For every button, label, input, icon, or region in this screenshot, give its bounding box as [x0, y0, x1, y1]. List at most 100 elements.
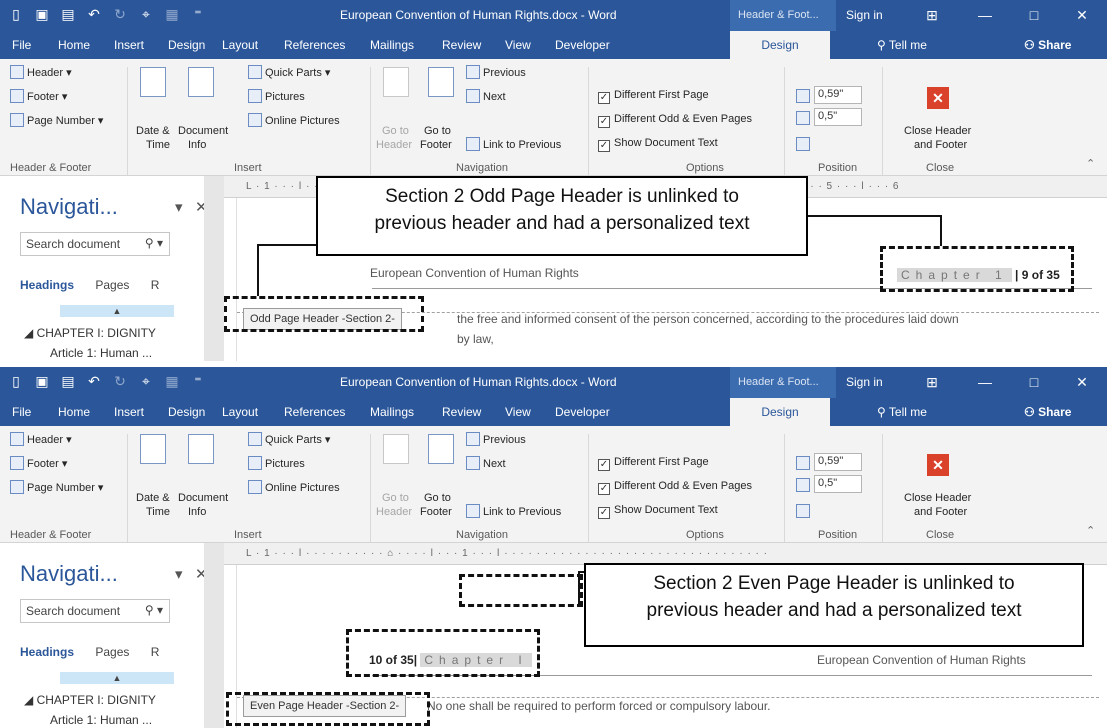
checkbox-checked-icon[interactable]: ✓: [598, 507, 610, 519]
pictures-button[interactable]: Pictures: [248, 89, 305, 103]
page-number-button[interactable]: Page Number ▾: [10, 113, 103, 127]
body-text-line-2[interactable]: by law,: [457, 332, 494, 346]
nav-tab-pages[interactable]: Pages: [95, 645, 129, 659]
footer-from-bottom-input[interactable]: 0,5": [814, 475, 862, 493]
pictures-button[interactable]: Pictures: [248, 456, 305, 470]
minimize-icon[interactable]: —: [975, 5, 995, 25]
tab-view[interactable]: View: [505, 405, 531, 419]
nav-tab-pages[interactable]: Pages: [95, 278, 129, 292]
checkbox-checked-icon[interactable]: ✓: [598, 459, 610, 471]
date-time-icon[interactable]: [140, 434, 166, 464]
redo-icon[interactable]: ↻: [112, 373, 128, 390]
go-to-footer-icon[interactable]: [428, 67, 454, 97]
nav-heading-chapter[interactable]: ◢ CHAPTER I: DIGNITY: [24, 693, 156, 707]
new-document-icon[interactable]: ▯: [8, 373, 24, 390]
touch-mode-icon[interactable]: ⌖: [138, 373, 154, 390]
go-to-header-icon[interactable]: [383, 434, 409, 464]
scroll-up-icon[interactable]: ▲: [60, 305, 174, 317]
tell-me-search[interactable]: ⚲ Tell me: [877, 38, 927, 52]
minimize-icon[interactable]: —: [975, 372, 995, 392]
footer-button[interactable]: Footer ▾: [10, 89, 67, 103]
nav-search-input[interactable]: Search document ⚲ ▾: [20, 599, 170, 623]
print-preview-icon[interactable]: ▦: [164, 6, 180, 23]
tab-insert[interactable]: Insert: [114, 38, 144, 52]
undo-icon[interactable]: ↶: [86, 6, 102, 23]
close-icon[interactable]: ✕: [1072, 5, 1092, 25]
close-header-footer-icon[interactable]: ✕: [927, 454, 949, 476]
tab-mailings[interactable]: Mailings: [370, 405, 414, 419]
body-text-line-1[interactable]: No one shall be required to perform forc…: [427, 699, 771, 713]
maximize-icon[interactable]: □: [1024, 5, 1044, 25]
sign-in-link[interactable]: Sign in: [846, 8, 883, 22]
go-to-header-icon[interactable]: [383, 67, 409, 97]
tab-file[interactable]: File: [12, 38, 31, 52]
sign-in-link[interactable]: Sign in: [846, 375, 883, 389]
date-time-icon[interactable]: [140, 67, 166, 97]
customize-qat-icon[interactable]: ⁼: [190, 6, 206, 23]
next-button[interactable]: Next: [466, 456, 506, 470]
nav-tab-headings[interactable]: Headings: [20, 278, 74, 292]
online-pictures-button[interactable]: Online Pictures: [248, 480, 340, 494]
next-button[interactable]: Next: [466, 89, 506, 103]
redo-icon[interactable]: ↻: [112, 6, 128, 23]
tab-header-footer-design[interactable]: Design: [730, 398, 830, 426]
tab-developer[interactable]: Developer: [555, 405, 610, 419]
search-icon[interactable]: ⚲ ▾: [145, 603, 163, 617]
print-preview-icon[interactable]: ▦: [164, 373, 180, 390]
tab-review[interactable]: Review: [442, 38, 481, 52]
header-button[interactable]: Header ▾: [10, 65, 72, 79]
nav-tab-results[interactable]: R: [151, 645, 160, 659]
quick-parts-button[interactable]: Quick Parts ▾: [248, 65, 330, 79]
tab-home[interactable]: Home: [58, 405, 90, 419]
footer-button[interactable]: Footer ▾: [10, 456, 67, 470]
nav-search-input[interactable]: Search document ⚲ ▾: [20, 232, 170, 256]
tab-file[interactable]: File: [12, 405, 31, 419]
close-icon[interactable]: ✕: [1072, 372, 1092, 392]
save-as-icon[interactable]: ▤: [60, 6, 76, 23]
touch-mode-icon[interactable]: ⌖: [138, 6, 154, 23]
different-odd-even-option[interactable]: ✓ Different Odd & Even Pages: [598, 480, 752, 495]
checkbox-checked-icon[interactable]: ✓: [598, 92, 610, 104]
pane-options-and-close[interactable]: ▾ ✕: [175, 198, 208, 216]
tab-developer[interactable]: Developer: [555, 38, 610, 52]
different-first-page-option[interactable]: ✓ Different First Page: [598, 89, 709, 104]
close-header-footer-icon[interactable]: ✕: [927, 87, 949, 109]
ribbon-display-icon[interactable]: ⊞: [922, 372, 942, 392]
collapse-ribbon-icon[interactable]: ⌃: [1086, 524, 1095, 537]
previous-button[interactable]: Previous: [466, 432, 526, 446]
search-icon[interactable]: ⚲ ▾: [145, 236, 163, 250]
header-button[interactable]: Header ▾: [10, 432, 72, 446]
save-icon[interactable]: ▣: [34, 6, 50, 23]
tab-header-footer-design[interactable]: Design: [730, 31, 830, 59]
previous-button[interactable]: Previous: [466, 65, 526, 79]
tab-references[interactable]: References: [284, 405, 345, 419]
share-button[interactable]: ⚇ Share: [1024, 38, 1071, 52]
insert-alignment-tab-icon[interactable]: [796, 137, 810, 151]
undo-icon[interactable]: ↶: [86, 373, 102, 390]
chevron-down-icon[interactable]: ▾: [175, 199, 183, 216]
maximize-icon[interactable]: □: [1024, 372, 1044, 392]
header-left-text[interactable]: European Convention of Human Rights: [370, 266, 579, 280]
tab-layout[interactable]: Layout: [222, 405, 258, 419]
body-text-line-1[interactable]: the free and informed consent of the per…: [457, 312, 959, 326]
customize-qat-icon[interactable]: ⁼: [190, 373, 206, 390]
save-icon[interactable]: ▣: [34, 373, 50, 390]
header-from-top-input[interactable]: 0,59": [814, 86, 862, 104]
header-from-top-input[interactable]: 0,59": [814, 453, 862, 471]
quick-parts-button[interactable]: Quick Parts ▾: [248, 432, 330, 446]
tab-design[interactable]: Design: [168, 405, 205, 419]
show-document-text-option[interactable]: ✓ Show Document Text: [598, 504, 718, 519]
online-pictures-button[interactable]: Online Pictures: [248, 113, 340, 127]
checkbox-checked-icon[interactable]: ✓: [598, 483, 610, 495]
nav-tab-results[interactable]: R: [151, 278, 160, 292]
save-as-icon[interactable]: ▤: [60, 373, 76, 390]
nav-heading-article[interactable]: Article 1: Human ...: [50, 346, 152, 360]
different-odd-even-option[interactable]: ✓ Different Odd & Even Pages: [598, 113, 752, 128]
scroll-up-icon[interactable]: ▲: [60, 672, 174, 684]
tab-insert[interactable]: Insert: [114, 405, 144, 419]
nav-heading-chapter[interactable]: ◢ CHAPTER I: DIGNITY: [24, 326, 156, 340]
show-document-text-option[interactable]: ✓ Show Document Text: [598, 137, 718, 152]
document-info-icon[interactable]: [188, 67, 214, 97]
page-number-button[interactable]: Page Number ▾: [10, 480, 103, 494]
chevron-down-icon[interactable]: ▾: [175, 566, 183, 583]
